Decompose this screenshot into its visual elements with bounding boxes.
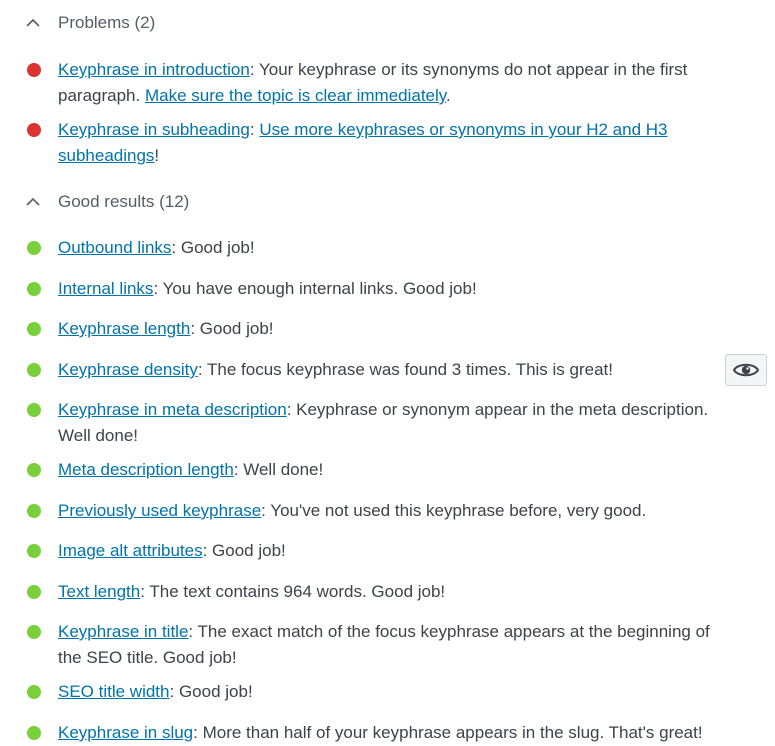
eye-icon xyxy=(733,363,759,377)
good-results-header-label: Good results (12) xyxy=(58,192,190,211)
assessment-link[interactable]: Internal links xyxy=(58,279,153,298)
problem-text: Keyphrase in subheading: Use more keyphr… xyxy=(58,117,738,169)
problem-text: Keyphrase in introduction: Your keyphras… xyxy=(58,57,738,109)
good-bullet-icon xyxy=(27,363,41,377)
assessment-text: : You have enough internal links. Good j… xyxy=(153,279,477,298)
good-bullet-icon xyxy=(27,726,41,740)
assessment-text: : The focus keyphrase was found 3 times.… xyxy=(197,360,614,379)
assessment-link[interactable]: Keyphrase in meta description xyxy=(58,400,287,419)
good-bullet-icon xyxy=(27,403,41,417)
assessment-text-end: . xyxy=(446,86,451,105)
problem-bullet-icon xyxy=(27,63,41,77)
good-result-text: Keyphrase in slug: More than half of you… xyxy=(58,720,738,746)
good-result-text: Keyphrase density: The focus keyphrase w… xyxy=(58,357,738,383)
good-result-text: Text length: The text contains 964 words… xyxy=(58,579,738,605)
good-bullet-icon xyxy=(27,544,41,558)
chevron-up-icon xyxy=(26,18,40,27)
assessment-text: : More than half of your keyphrase appea… xyxy=(193,723,703,742)
assessment-text: : Good job! xyxy=(190,319,274,338)
assessment-text-end: ! xyxy=(154,146,160,165)
good-bullet-icon xyxy=(27,504,41,518)
good-result-text: Image alt attributes: Good job! xyxy=(58,538,738,564)
highlight-toggle-button[interactable] xyxy=(725,354,767,386)
assessment-text: : The text contains 964 words. Good job! xyxy=(140,582,446,601)
good-result-text: Outbound links: Good job! xyxy=(58,235,738,261)
chevron-up-icon xyxy=(26,197,40,206)
good-bullet-icon xyxy=(27,463,41,477)
assessment-text: : You've not used this keyphrase before,… xyxy=(261,501,647,520)
good-result-text: Keyphrase in title: The exact match of t… xyxy=(58,619,738,671)
good-bullet-icon xyxy=(27,585,41,599)
assessment-link[interactable]: Outbound links xyxy=(58,238,171,257)
good-result-text: Internal links: You have enough internal… xyxy=(58,276,738,302)
assessment-link[interactable]: Keyphrase in subheading xyxy=(58,120,250,139)
good-results-section-toggle[interactable]: Good results (12) xyxy=(24,192,189,212)
assessment-text: : Good job! xyxy=(171,238,255,257)
good-result-text: SEO title width: Good job! xyxy=(58,679,738,705)
good-result-text: Meta description length: Well done! xyxy=(58,457,738,483)
assessment-link[interactable]: Image alt attributes xyxy=(58,541,203,560)
assessment-text: : Well done! xyxy=(233,460,324,479)
assessment-text: : Good job! xyxy=(202,541,286,560)
good-bullet-icon xyxy=(27,625,41,639)
assessment-link[interactable]: SEO title width xyxy=(58,682,170,701)
assessment-link[interactable]: Keyphrase density xyxy=(58,360,198,379)
assessment-link[interactable]: Keyphrase in title xyxy=(58,622,188,641)
good-bullet-icon xyxy=(27,241,41,255)
assessment-link[interactable]: Previously used keyphrase xyxy=(58,501,261,520)
good-result-text: Previously used keyphrase: You've not us… xyxy=(58,498,738,524)
good-bullet-icon xyxy=(27,282,41,296)
assessment-text: : xyxy=(249,120,260,139)
problems-section-toggle[interactable]: Problems (2) xyxy=(24,13,155,33)
good-result-text: Keyphrase in meta description: Keyphrase… xyxy=(58,397,738,449)
problem-bullet-icon xyxy=(27,123,41,137)
good-bullet-icon xyxy=(27,322,41,336)
assessment-link[interactable]: Keyphrase in slug xyxy=(58,723,193,742)
assessment-link[interactable]: Keyphrase in introduction xyxy=(58,60,250,79)
assessment-text: : Good job! xyxy=(169,682,253,701)
problems-header-label: Problems (2) xyxy=(58,13,156,32)
good-result-text: Keyphrase length: Good job! xyxy=(58,316,738,342)
assessment-link[interactable]: Meta description length xyxy=(58,460,234,479)
assessment-link[interactable]: Keyphrase length xyxy=(58,319,190,338)
good-bullet-icon xyxy=(27,685,41,699)
assessment-help-link[interactable]: Make sure the topic is clear immediately xyxy=(145,86,446,105)
assessment-link[interactable]: Text length xyxy=(58,582,140,601)
